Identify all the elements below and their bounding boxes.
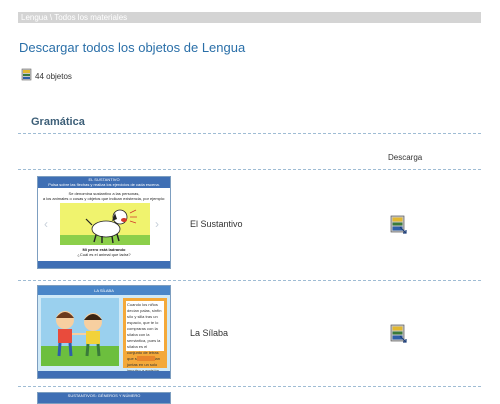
thumbnail-caption: Mi perro está ladrando ¿Cuál es el anima… [38,247,170,257]
thumbnail-header: LA SÍLABA [38,286,170,295]
breadcrumb[interactable]: Lengua \ Todos los materiales [18,12,481,23]
object-count-text: 44 objetos [35,72,72,81]
thumbnail-caption-question: ¿Cuál es el animal que ladra? [77,252,131,257]
divider [18,386,481,387]
chevron-right-icon: › [155,217,159,231]
thumbnail-footer [38,371,170,378]
info-panel-text: Cuando los niños decían palas, sinfín sí… [126,301,164,378]
download-column-header: Descarga [388,153,423,162]
thumbnail-header: EL SUSTANTIVO Pulsa sobre las flechas y … [38,177,170,188]
download-icon[interactable] [388,213,408,240]
thumbnail-el-sustantivo[interactable]: EL SUSTANTIVO Pulsa sobre las flechas y … [37,176,171,269]
package-icon [20,68,33,86]
children-illustration [41,298,119,366]
thumbnail-footer [38,261,170,268]
thumbnail-sustantivos-genero-numero[interactable]: SUSTANTIVOS: GÉNEROS Y NÚMERO [37,392,171,404]
item-title[interactable]: El Sustantivo [190,219,243,229]
info-panel: Cuando los niños decían palas, sinfín sí… [123,298,167,378]
thumbnail-la-silaba[interactable]: LA SÍLABA Cuando los niños decían palas,… [37,285,171,379]
dog-illustration [60,203,150,245]
item-title[interactable]: La Sílaba [190,328,228,338]
chevron-left-icon: ‹ [44,217,48,231]
divider [18,169,481,170]
panel-button[interactable] [137,356,155,361]
divider [18,280,481,281]
thumbnail-text: Se denomina sustantivo a las personas, a… [42,191,166,201]
download-icon[interactable] [388,322,408,349]
divider [18,133,481,134]
page-title: Descargar todos los objetos de Lengua [19,40,246,55]
section-title: Gramática [31,116,85,128]
